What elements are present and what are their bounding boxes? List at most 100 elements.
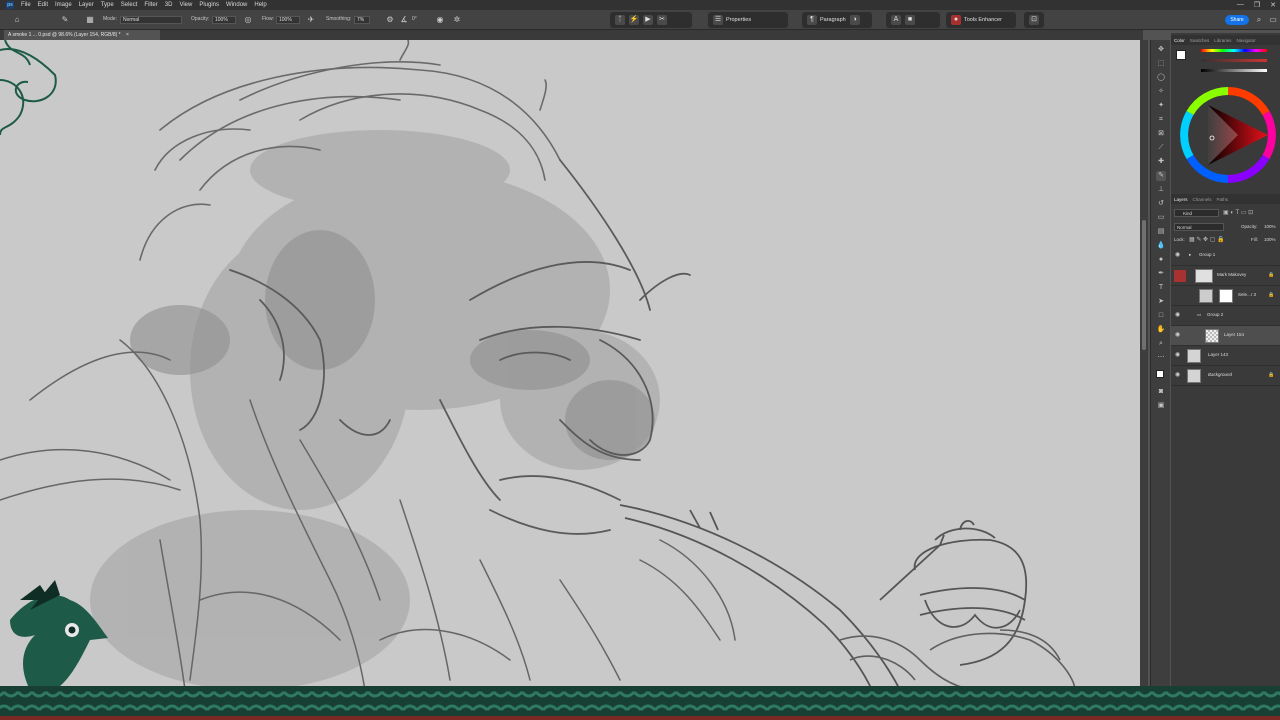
plugin-tool-2-icon[interactable]: ⚡ <box>629 15 639 25</box>
crop-tool-icon[interactable]: ⌗ <box>1156 115 1166 125</box>
edit-toolbar-icon[interactable]: ⋯ <box>1156 353 1166 363</box>
airbrush-icon[interactable]: ✈ <box>306 15 316 25</box>
menu-plugins[interactable]: Plugins <box>199 2 219 8</box>
layer-row-mark-makovey[interactable]: Mark Makovey 🔒 <box>1171 266 1280 286</box>
quick-mask-icon[interactable]: ◙ <box>1156 387 1166 397</box>
home-icon[interactable]: ⌂ <box>12 15 22 25</box>
foreground-color-swatch[interactable] <box>1156 370 1164 378</box>
type-tool-icon[interactable]: T <box>1156 283 1166 293</box>
rectangle-tool-icon[interactable]: □ <box>1156 311 1166 321</box>
tab-layers[interactable]: Layers <box>1174 197 1188 202</box>
document-tab[interactable]: A smoke 1 ... 0.psd @ 98.6% (Layer 154, … <box>4 30 160 40</box>
adjustment-icon[interactable]: ◑ <box>849 15 860 25</box>
tools-enhancer-button[interactable]: ● Tools Enhancer <box>951 15 1002 25</box>
play-icon[interactable]: ▶ <box>643 15 653 25</box>
eye-icon[interactable]: ◉ <box>1175 372 1182 379</box>
paragraph-button[interactable]: ¶ Paragraph <box>807 15 846 25</box>
tab-swatches[interactable]: Swatches <box>1190 38 1210 43</box>
menu-edit[interactable]: Edit <box>38 2 48 8</box>
tab-color[interactable]: Color <box>1174 38 1185 43</box>
brush-tool-preset-icon[interactable]: ✎ <box>60 15 70 25</box>
quick-select-tool-icon[interactable]: ✧ <box>1156 87 1166 97</box>
fill-value[interactable]: 100% <box>1264 237 1276 242</box>
menu-filter[interactable]: Filter <box>144 2 157 8</box>
layer-row-layer-154[interactable]: ◉ Layer 154 <box>1171 326 1280 346</box>
eyedropper-tool-icon[interactable]: ⟋ <box>1156 143 1166 153</box>
dodge-tool-icon[interactable]: ● <box>1156 255 1166 265</box>
hue-slider[interactable] <box>1201 49 1267 52</box>
actions-icon[interactable]: ■ <box>905 15 915 25</box>
character-icon[interactable]: A <box>891 15 901 25</box>
eye-icon[interactable]: ◉ <box>1175 252 1182 259</box>
menu-help[interactable]: Help <box>254 2 266 8</box>
tab-navigator[interactable]: Navigator <box>1237 38 1256 43</box>
brush-settings-icon[interactable]: ▦ <box>85 15 95 25</box>
menu-image[interactable]: Image <box>55 2 72 8</box>
pen-tool-icon[interactable]: ✒ <box>1156 269 1166 279</box>
clone-stamp-tool-icon[interactable]: ⊥ <box>1156 185 1166 195</box>
path-select-tool-icon[interactable]: ➤ <box>1156 297 1166 307</box>
healing-brush-tool-icon[interactable]: ✚ <box>1156 157 1166 167</box>
magic-wand-tool-icon[interactable]: ✦ <box>1156 101 1166 111</box>
close-document-button[interactable]: × <box>126 32 129 38</box>
canvas[interactable] <box>0 40 1140 690</box>
menu-view[interactable]: View <box>179 2 192 8</box>
brush-tool-icon[interactable]: ✎ <box>1156 171 1166 181</box>
layer-row-group-2[interactable]: ◉ ▭ Group 2 <box>1171 306 1280 326</box>
plugin-tool-1-icon[interactable]: ᛏ <box>615 15 625 25</box>
pressure-opacity-icon[interactable]: ◎ <box>243 15 253 25</box>
zoom-tool-icon[interactable]: ⌕ <box>1156 339 1166 349</box>
frame-tool-icon[interactable]: ⊠ <box>1156 129 1166 139</box>
eye-icon[interactable]: ◉ <box>1175 332 1182 339</box>
layer-filter-dropdown[interactable]: Kind <box>1174 209 1219 217</box>
opacity-field[interactable]: 100% <box>212 16 236 24</box>
marquee-tool-icon[interactable]: ⬚ <box>1156 59 1166 69</box>
brightness-slider[interactable] <box>1201 69 1267 72</box>
layer-filter-icons[interactable]: ▣ ◐ T ▭ ⊡ <box>1223 209 1253 216</box>
history-brush-tool-icon[interactable]: ↺ <box>1156 199 1166 209</box>
mode-dropdown[interactable]: Normal <box>120 16 182 24</box>
smoothing-options-gear-icon[interactable]: ⚙ <box>385 15 395 25</box>
angle-value[interactable]: 0° <box>412 16 417 22</box>
move-tool-icon[interactable]: ✥ <box>1156 45 1166 55</box>
color-wheel[interactable] <box>1178 85 1278 185</box>
lock-options-icons[interactable]: ▦ ✎ ✥ ▢ 🔒 <box>1189 236 1225 243</box>
share-button[interactable]: Share <box>1225 15 1249 25</box>
vertical-scrollbar[interactable] <box>1140 40 1148 690</box>
tab-paths[interactable]: Paths <box>1217 197 1229 202</box>
panel-foreground-swatch[interactable] <box>1176 50 1186 60</box>
extra-plugin-icon[interactable]: ⊡ <box>1029 15 1039 25</box>
close-window-button[interactable]: ✕ <box>1270 1 1276 9</box>
smoothing-field[interactable]: 7% <box>354 16 370 24</box>
tab-libraries[interactable]: Libraries <box>1214 38 1231 43</box>
layer-row-layer-143[interactable]: ◉ Layer 143 <box>1171 346 1280 366</box>
layer-row-group-1[interactable]: ◉ ▸ Group 1 <box>1171 246 1280 266</box>
screen-mode-icon[interactable]: ▣ <box>1156 401 1166 411</box>
layer-opacity-value[interactable]: 100% <box>1264 224 1276 229</box>
menu-layer[interactable]: Layer <box>79 2 94 8</box>
eye-icon[interactable]: ◉ <box>1175 312 1182 319</box>
photoshop-logo-icon[interactable]: ps <box>6 1 14 9</box>
blur-tool-icon[interactable]: 💧 <box>1156 241 1166 251</box>
menu-select[interactable]: Select <box>121 2 138 8</box>
lasso-tool-icon[interactable]: ◯ <box>1156 73 1166 83</box>
pressure-size-icon[interactable]: ◉ <box>435 15 445 25</box>
gradient-tool-icon[interactable]: ▤ <box>1156 227 1166 237</box>
layer-expand-icon[interactable]: ▸ <box>1189 252 1191 258</box>
brush-angle-icon[interactable]: ∡ <box>399 15 409 25</box>
search-icon[interactable]: ⌕ <box>1254 15 1264 25</box>
eraser-tool-icon[interactable]: ▭ <box>1156 213 1166 223</box>
menu-3d[interactable]: 3D <box>165 2 173 8</box>
blend-mode-dropdown[interactable]: Normal <box>1174 223 1224 231</box>
layer-row-selection[interactable]: Sele...r 3 🔒 <box>1171 286 1280 306</box>
layer-row-background[interactable]: ◉ Background 🔒 <box>1171 366 1280 386</box>
plugin-tool-4-icon[interactable]: ✂ <box>657 15 667 25</box>
hand-tool-icon[interactable]: ✋ <box>1156 325 1166 335</box>
menu-file[interactable]: File <box>21 2 31 8</box>
menu-window[interactable]: Window <box>226 2 247 8</box>
menu-type[interactable]: Type <box>101 2 114 8</box>
symmetry-icon[interactable]: ✲ <box>452 15 462 25</box>
workspace-icon[interactable]: ▭ <box>1268 15 1278 25</box>
minimize-button[interactable]: — <box>1237 1 1244 9</box>
properties-button[interactable]: ☰ Properties <box>713 15 751 25</box>
